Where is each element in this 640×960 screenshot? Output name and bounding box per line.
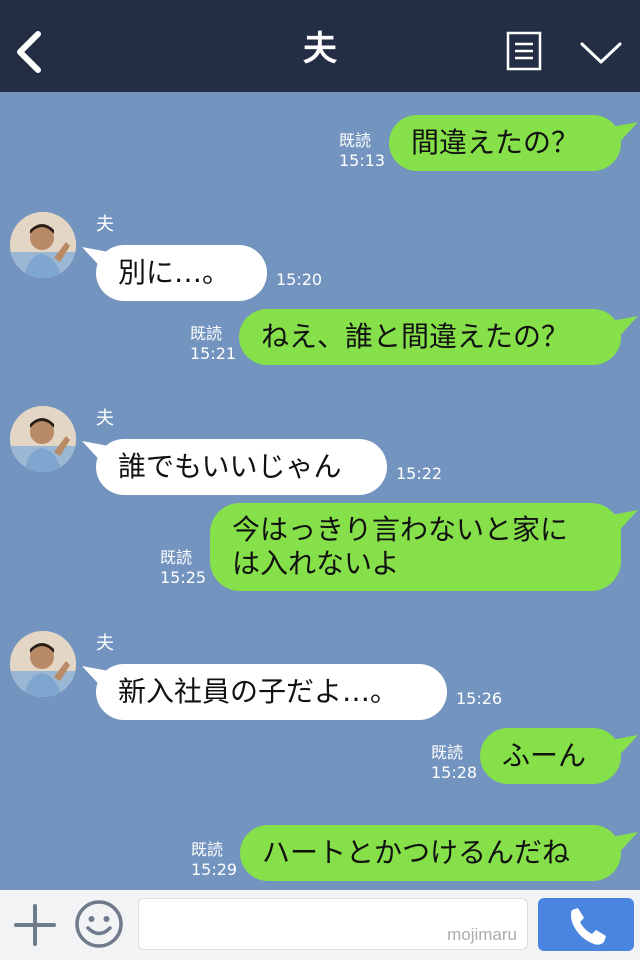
avatar-image [10, 406, 76, 472]
message-time: 15:26 [456, 689, 503, 708]
message-text: 新入社員の子だよ…。 [118, 675, 399, 708]
bubble-tail [606, 122, 638, 148]
bubble-tail [606, 316, 638, 342]
avatar-image [10, 212, 76, 278]
message-time: 15:21 [190, 344, 237, 363]
message-time: 15:22 [396, 464, 443, 483]
bubble-tail [606, 832, 638, 858]
incoming-bubble[interactable]: 別に…。 [96, 245, 267, 301]
list-icon [506, 31, 542, 71]
message-input-bar: mojimaru [0, 890, 640, 960]
chat-title: 夫 [303, 29, 337, 69]
incoming-bubble[interactable]: 新入社員の子だよ…。 [96, 664, 447, 720]
read-status: 既読 15:25 [160, 548, 206, 588]
chevron-down-icon [580, 42, 622, 64]
message-text-line: は入れないよ [232, 547, 400, 580]
incoming-bubble[interactable]: 誰でもいいじゃん [96, 439, 387, 495]
message-text: ハートとかつけるんだね [262, 836, 571, 869]
emoji-button[interactable] [74, 899, 124, 949]
phone-icon [571, 908, 606, 945]
message-text: ふーん [502, 739, 587, 772]
smile-icon [75, 900, 123, 948]
outgoing-bubble[interactable]: ふーん [480, 728, 621, 784]
outgoing-bubble[interactable]: 今はっきり言わないと家に は入れないよ [210, 503, 621, 591]
message-time: 15:28 [431, 763, 478, 782]
message-input[interactable]: mojimaru [138, 898, 528, 950]
message-time: 15:13 [339, 151, 386, 170]
read-status: 既読 15:28 [431, 743, 477, 783]
message-list[interactable]: 既読 15:13 間違えたの？ 夫 別に…。 15:20 既読 15:21 ねえ… [0, 92, 640, 890]
message-text-line: 今はっきり言わないと家に [232, 513, 569, 546]
outgoing-bubble[interactable]: ハートとかつけるんだね [240, 825, 621, 881]
message-time: 15:29 [191, 860, 238, 879]
read-label: 既読 [339, 131, 372, 150]
message-time: 15:20 [276, 270, 323, 289]
read-status: 既読 15:13 [339, 131, 385, 171]
options-button[interactable] [578, 36, 624, 68]
message-text: 誰でもいいじゃん [118, 450, 342, 483]
sender-name: 夫 [96, 214, 114, 235]
message-text: 間違えたの？ [411, 126, 580, 159]
message-text: 別に…。 [118, 256, 231, 289]
avatar[interactable] [10, 631, 76, 697]
read-label: 既読 [431, 743, 464, 762]
outgoing-bubble[interactable]: ねえ、誰と間違えたの？ [239, 309, 621, 365]
watermark: mojimaru [447, 925, 517, 944]
outgoing-bubble[interactable]: 間違えたの？ [389, 115, 621, 171]
message-time: 15:25 [160, 568, 207, 587]
add-attachment-button[interactable] [14, 904, 56, 946]
read-label: 既読 [191, 840, 224, 859]
sender-name: 夫 [96, 633, 114, 654]
sender-name: 夫 [96, 408, 114, 429]
bubble-tail [606, 735, 638, 761]
plus-icon [14, 904, 56, 946]
read-status: 既読 15:21 [190, 324, 236, 364]
call-button[interactable] [538, 898, 634, 951]
chat-header: 夫 [0, 0, 640, 92]
read-label: 既読 [190, 324, 223, 343]
message-text: ねえ、誰と間違えたの？ [261, 320, 570, 353]
avatar[interactable] [10, 212, 76, 278]
avatar[interactable] [10, 406, 76, 472]
read-status: 既読 15:29 [191, 840, 237, 880]
menu-button[interactable] [506, 31, 542, 71]
read-label: 既読 [160, 548, 193, 567]
avatar-image [10, 631, 76, 697]
bubble-tail [606, 510, 638, 536]
